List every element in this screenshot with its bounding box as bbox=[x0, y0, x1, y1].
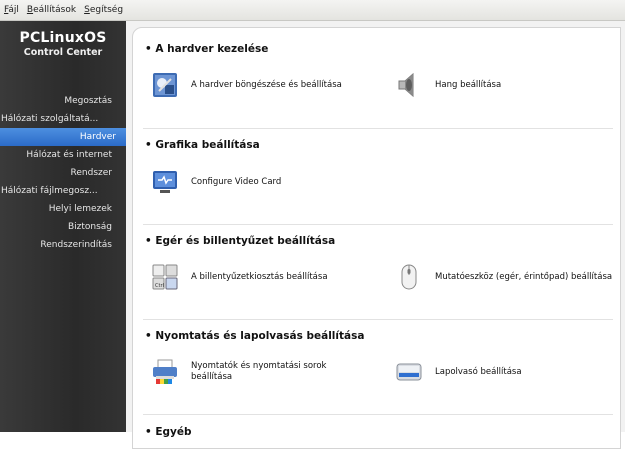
printers-item[interactable]: Nyomtatók és nyomtatási sorok beállítása bbox=[151, 358, 341, 386]
sidebar-item-network-services[interactable]: Hálózati szolgáltatá... bbox=[0, 110, 126, 128]
video-card-item[interactable]: Configure Video Card bbox=[151, 168, 281, 196]
sidebar-item-network-internet[interactable]: Hálózat és internet bbox=[0, 146, 126, 164]
section-divider bbox=[143, 224, 613, 225]
section-title-hardware: • A hardver kezelése bbox=[145, 43, 269, 55]
speaker-icon bbox=[395, 71, 423, 99]
sidebar-list: Megosztás Hálózati szolgáltatá... Hardve… bbox=[0, 92, 130, 254]
menu-settings[interactable]: Beállítások bbox=[23, 5, 80, 15]
content-area: • A hardver kezelése A hardver böngészés… bbox=[126, 21, 625, 449]
menubar: Fájl Beállítások Segítség bbox=[0, 0, 625, 21]
brand-subtitle: Control Center bbox=[23, 47, 103, 58]
sidebar-item-boot[interactable]: Rendszerindítás bbox=[0, 236, 126, 254]
video-card-icon bbox=[151, 168, 179, 196]
mouse-icon bbox=[395, 263, 423, 291]
section-title-graphics: • Grafika beállítása bbox=[145, 139, 260, 151]
sidebar-item-sharing[interactable]: Megosztás bbox=[0, 92, 126, 110]
sidebar-item-local-disks[interactable]: Helyi lemezek bbox=[0, 200, 126, 218]
section-title-print-scan: • Nyomtatás és lapolvasás beállítása bbox=[145, 330, 365, 342]
scanner-icon bbox=[395, 358, 423, 386]
section-title-mouse-keyboard: • Egér és billentyűzet beállítása bbox=[145, 235, 336, 247]
brand: PCLinuxOS Control Center bbox=[0, 30, 126, 58]
section-divider bbox=[143, 414, 613, 415]
sound-settings-item[interactable]: Hang beállítása bbox=[395, 71, 501, 99]
brand-title: PCLinuxOS bbox=[19, 30, 107, 46]
pointer-device-item[interactable]: Mutatóeszköz (egér, érintőpad) beállítás… bbox=[395, 263, 625, 291]
sidebar-item-security[interactable]: Biztonság bbox=[0, 218, 126, 236]
section-divider bbox=[143, 128, 613, 129]
content-panel: • A hardver kezelése A hardver böngészés… bbox=[132, 27, 621, 449]
hardware-config-icon bbox=[151, 71, 179, 99]
section-title-other: • Egyéb bbox=[145, 426, 192, 438]
scanner-item[interactable]: Lapolvasó beállítása bbox=[395, 358, 522, 386]
hardware-browse-item[interactable]: A hardver böngészése és beállítása bbox=[151, 71, 342, 99]
sidebar-item-system[interactable]: Rendszer bbox=[0, 164, 126, 182]
keyboard-layout-item[interactable]: Ctrl A billentyűzetkiosztás beállítása bbox=[151, 263, 328, 291]
svg-text:Ctrl: Ctrl bbox=[155, 283, 164, 289]
sidebar-item-network-shares[interactable]: Hálózati fájlmegosz... bbox=[0, 182, 126, 200]
printer-icon bbox=[151, 358, 179, 386]
keyboard-icon: Ctrl bbox=[151, 263, 179, 291]
sidebar: PCLinuxOS Control Center Megosztás Hálóz… bbox=[0, 21, 130, 432]
menu-file[interactable]: Fájl bbox=[0, 5, 23, 15]
sidebar-item-hardware[interactable]: Hardver bbox=[0, 128, 130, 146]
section-divider bbox=[143, 319, 613, 320]
menu-help[interactable]: Segítség bbox=[80, 5, 127, 15]
